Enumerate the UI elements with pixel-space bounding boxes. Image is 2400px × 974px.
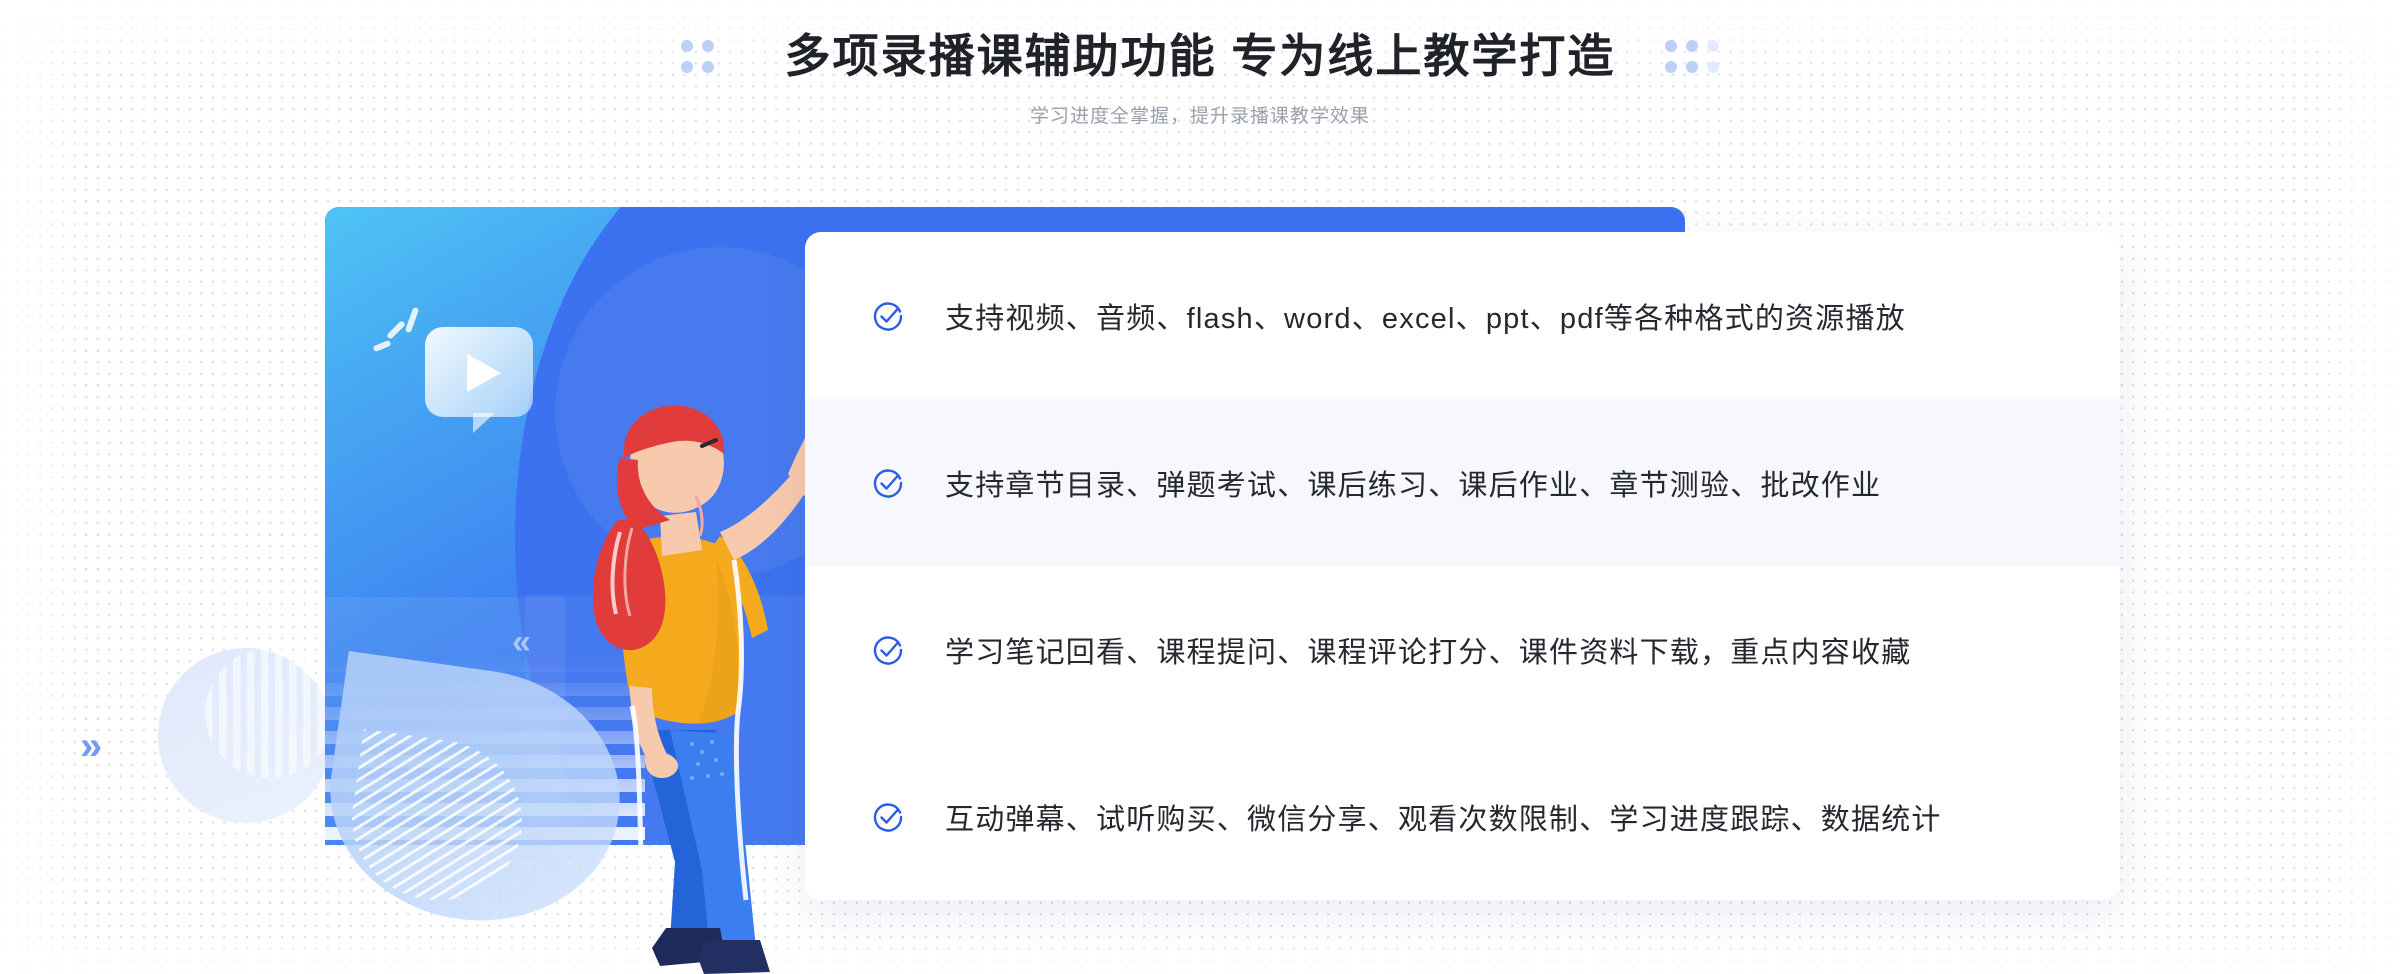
check-circle-icon	[871, 299, 905, 333]
feature-text: 支持视频、音频、flash、word、excel、ppt、pdf等各种格式的资源…	[945, 302, 1906, 335]
feature-text: 互动弹幕、试听购买、微信分享、观看次数限制、学习进度跟踪、数据统计	[945, 803, 1942, 836]
check-circle-icon	[871, 800, 905, 834]
feature-text: 支持章节目录、弹题考试、课后练习、课后作业、章节测验、批改作业	[945, 469, 1882, 502]
check-circle-icon	[871, 633, 905, 667]
feature-text: 学习笔记回看、课程提问、课程评论打分、课件资料下载，重点内容收藏	[945, 636, 1912, 669]
decorative-striped-circle	[205, 648, 335, 778]
feature-row[interactable]: 支持视频、音频、flash、word、excel、ppt、pdf等各种格式的资源…	[805, 232, 2120, 399]
feature-row[interactable]: 支持章节目录、弹题考试、课后练习、课后作业、章节测验、批改作业	[805, 399, 2120, 566]
play-button-speech-bubble-icon	[425, 327, 533, 433]
sparkle-line-icon	[404, 306, 420, 334]
woman-pointing-up-illustration	[592, 405, 836, 974]
content-stage: » « 支持视频、音频、flash、word、excel、ppt、pdf等各种格…	[0, 0, 2400, 974]
play-triangle-icon	[467, 354, 501, 392]
feature-list-card: 支持视频、音频、flash、word、excel、ppt、pdf等各种格式的资源…	[805, 232, 2120, 900]
sparkle-line-icon	[372, 339, 392, 353]
double-chevron-right-icon: »	[80, 724, 103, 768]
check-circle-icon	[871, 466, 905, 500]
feature-row[interactable]: 学习笔记回看、课程提问、课程评论打分、课件资料下载，重点内容收藏	[805, 566, 2120, 733]
feature-row[interactable]: 互动弹幕、试听购买、微信分享、观看次数限制、学习进度跟踪、数据统计	[805, 733, 2120, 900]
sparkle-line-icon	[386, 320, 406, 340]
